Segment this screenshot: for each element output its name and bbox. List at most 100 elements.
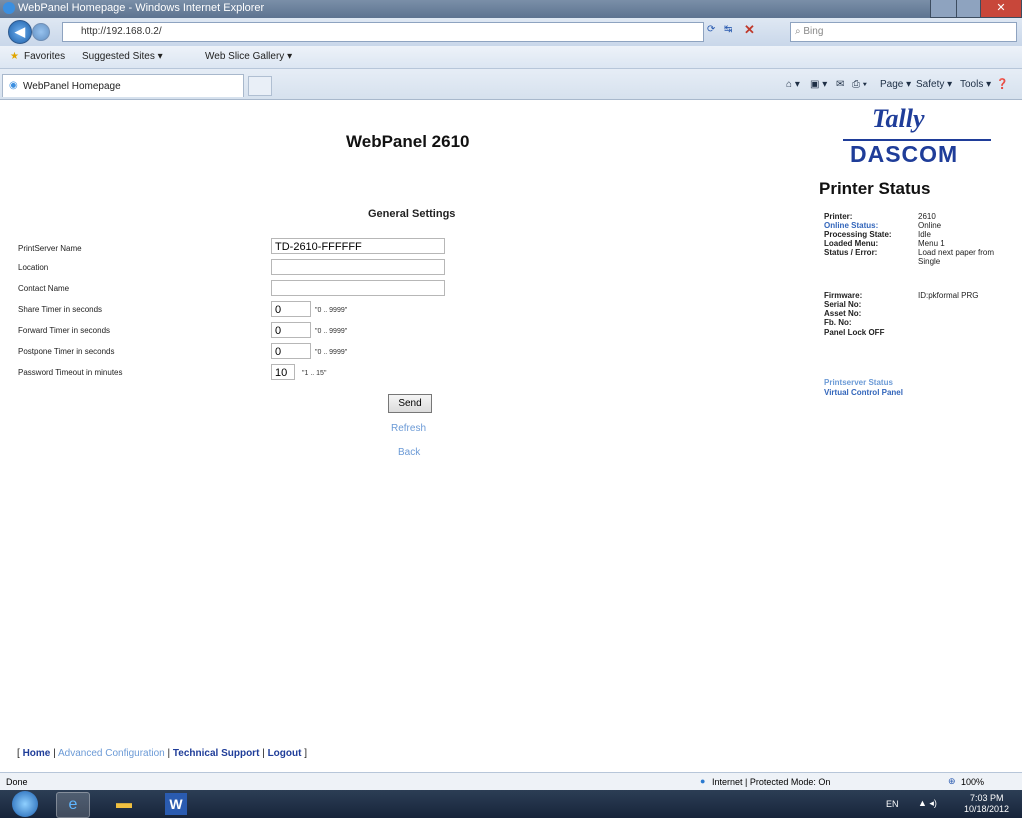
footer-tech-support-link[interactable]: Technical Support <box>173 748 260 759</box>
back-nav-button[interactable]: ◀ <box>8 20 32 44</box>
footer-logout-link[interactable]: Logout <box>268 748 302 759</box>
safety-menu[interactable]: Safety ▾ <box>916 79 952 90</box>
language-indicator[interactable]: EN <box>886 799 899 809</box>
status-value-processing: Idle <box>918 230 931 239</box>
asset-label: Asset No: <box>824 309 862 318</box>
suggested-sites-link[interactable]: Suggested Sites ▾ <box>82 51 163 62</box>
panel-lock-label: Panel Lock OFF <box>824 328 885 337</box>
footer-advanced-link[interactable]: Advanced Configuration <box>58 748 165 759</box>
status-value-menu: Menu 1 <box>918 239 945 248</box>
tab-bar: ◉ WebPanel Homepage ⌂ ▾ ▣ ▾ ✉ ⎙ ▾ Page ▾… <box>0 69 1022 100</box>
logo-tally-text: Tally <box>872 104 925 133</box>
forward-timer-range: "0 .. 9999" <box>315 328 348 335</box>
share-timer-input[interactable]: 0 <box>271 301 311 317</box>
firmware-label: Firmware: <box>824 291 863 300</box>
forward-timer-input[interactable]: 0 <box>271 322 311 338</box>
postpone-timer-range: "0 .. 9999" <box>315 349 348 356</box>
printserver-status-link[interactable]: Printserver Status <box>824 378 893 387</box>
zoom-icon[interactable]: ⊕ <box>948 776 956 787</box>
share-timer-range: "0 .. 9999" <box>315 307 348 314</box>
folder-icon: ▬ <box>116 795 132 812</box>
field-label-forward-timer: Forward Timer in seconds <box>18 326 111 335</box>
tab-title: WebPanel Homepage <box>23 81 121 92</box>
favorites-button[interactable]: Favorites <box>24 51 65 62</box>
footer-sep: | <box>167 748 171 759</box>
field-label-printserver-name: PrintServer Name <box>18 244 82 253</box>
os-taskbar: e ▬ W EN ▲ ◂) 7:03 PM 10/18/2012 <box>0 790 1022 818</box>
url-input[interactable]: http://192.168.0.2/ <box>62 22 704 42</box>
fb-label: Fb. No: <box>824 318 852 327</box>
web-content <box>0 100 1022 772</box>
general-settings-heading: General Settings <box>368 208 456 220</box>
maximize-button[interactable] <box>956 0 982 18</box>
contact-name-input[interactable] <box>271 280 445 296</box>
web-slice-link[interactable]: Web Slice Gallery ▾ <box>205 51 292 62</box>
refresh-icon[interactable]: ⟳ <box>707 24 715 35</box>
page-icon: ◉ <box>9 80 18 91</box>
ie-logo-icon <box>3 2 15 14</box>
location-input[interactable] <box>271 259 445 275</box>
taskbar-ie-button[interactable]: e <box>56 792 90 818</box>
minimize-button[interactable] <box>930 0 958 18</box>
compat-icon[interactable]: ↹ <box>724 24 732 35</box>
zoom-level[interactable]: 100% <box>961 777 984 787</box>
feeds-icon[interactable]: ▣ ▾ <box>810 79 827 90</box>
ie-logo-icon: e <box>68 796 78 813</box>
home-icon[interactable]: ⌂ ▾ <box>786 79 800 90</box>
forward-nav-button[interactable] <box>32 23 50 41</box>
search-icon: ⌕ <box>795 26 801 37</box>
new-tab-button[interactable] <box>248 76 272 96</box>
help-icon[interactable]: ❓ <box>996 79 1008 90</box>
tray-icons[interactable]: ▲ ◂) <box>918 798 937 809</box>
globe-icon: ● <box>700 776 706 786</box>
favorites-bar: ★ Favorites Suggested Sites ▾ Web Slice … <box>0 46 1022 69</box>
clock-date: 10/18/2012 <box>964 804 1010 814</box>
printserver-name-input[interactable]: TD-2610-FFFFFF <box>271 238 445 254</box>
send-button[interactable]: Send <box>388 394 432 413</box>
printer-status-heading: Printer Status <box>819 179 931 198</box>
print-icon[interactable]: ⎙ ▾ <box>852 79 867 90</box>
password-timeout-input[interactable]: 10 <box>271 364 295 380</box>
start-button[interactable] <box>12 791 38 817</box>
status-value-online: Online <box>918 221 942 230</box>
footer-home-link[interactable]: Home <box>23 748 51 759</box>
footer-bracket-open: [ <box>17 748 20 759</box>
taskbar-word-button[interactable]: W <box>160 792 192 816</box>
field-label-share-timer: Share Timer in seconds <box>18 305 103 314</box>
status-value-printer: 2610 <box>918 212 936 221</box>
page-menu[interactable]: Page ▾ <box>880 79 911 90</box>
footer-sep: | <box>53 748 56 759</box>
postpone-timer-input[interactable]: 0 <box>271 343 311 359</box>
window-titlebar: WebPanel Homepage - Windows Internet Exp… <box>0 0 1022 18</box>
footer-bracket-close: ] <box>304 748 308 759</box>
search-placeholder: Bing <box>803 26 824 37</box>
password-timeout-range: "1 .. 15" <box>302 370 327 377</box>
back-link[interactable]: Back <box>398 447 420 458</box>
status-label-error: Status / Error: <box>824 248 878 257</box>
url-text: http://192.168.0.2/ <box>81 26 162 37</box>
status-label-online: Online Status: <box>824 221 879 230</box>
field-label-password-timeout: Password Timeout in minutes <box>18 368 123 377</box>
tab-webpanel[interactable]: ◉ WebPanel Homepage <box>2 74 244 97</box>
status-label-processing: Processing State: <box>824 230 892 239</box>
page-title: WebPanel 2610 <box>346 132 470 151</box>
search-input[interactable]: ⌕ Bing <box>790 22 1017 42</box>
window-title: WebPanel Homepage - Windows Internet Exp… <box>18 2 265 14</box>
taskbar-explorer-button[interactable]: ▬ <box>108 792 140 816</box>
firmware-value: ID:pkformal PRG <box>918 291 979 300</box>
stop-icon[interactable]: ✕ <box>744 22 755 38</box>
browser-statusbar: Done ● Internet | Protected Mode: On ⊕ 1… <box>0 772 1022 791</box>
field-label-postpone-timer: Postpone Timer in seconds <box>18 347 115 356</box>
status-label-printer: Printer: <box>824 212 853 221</box>
arrow-left-icon: ◀ <box>15 24 25 39</box>
refresh-link[interactable]: Refresh <box>391 423 426 434</box>
virtual-control-panel-link[interactable]: Virtual Control Panel <box>824 388 903 397</box>
star-icon: ★ <box>10 51 19 62</box>
mail-icon[interactable]: ✉ <box>836 79 844 90</box>
clock-time: 7:03 PM <box>970 793 1004 803</box>
close-window-button[interactable]: ✕ <box>980 0 1022 18</box>
serial-label: Serial No: <box>824 300 862 309</box>
field-label-contact: Contact Name <box>18 284 70 293</box>
word-icon: W <box>165 793 187 815</box>
tools-menu[interactable]: Tools ▾ <box>960 79 991 90</box>
